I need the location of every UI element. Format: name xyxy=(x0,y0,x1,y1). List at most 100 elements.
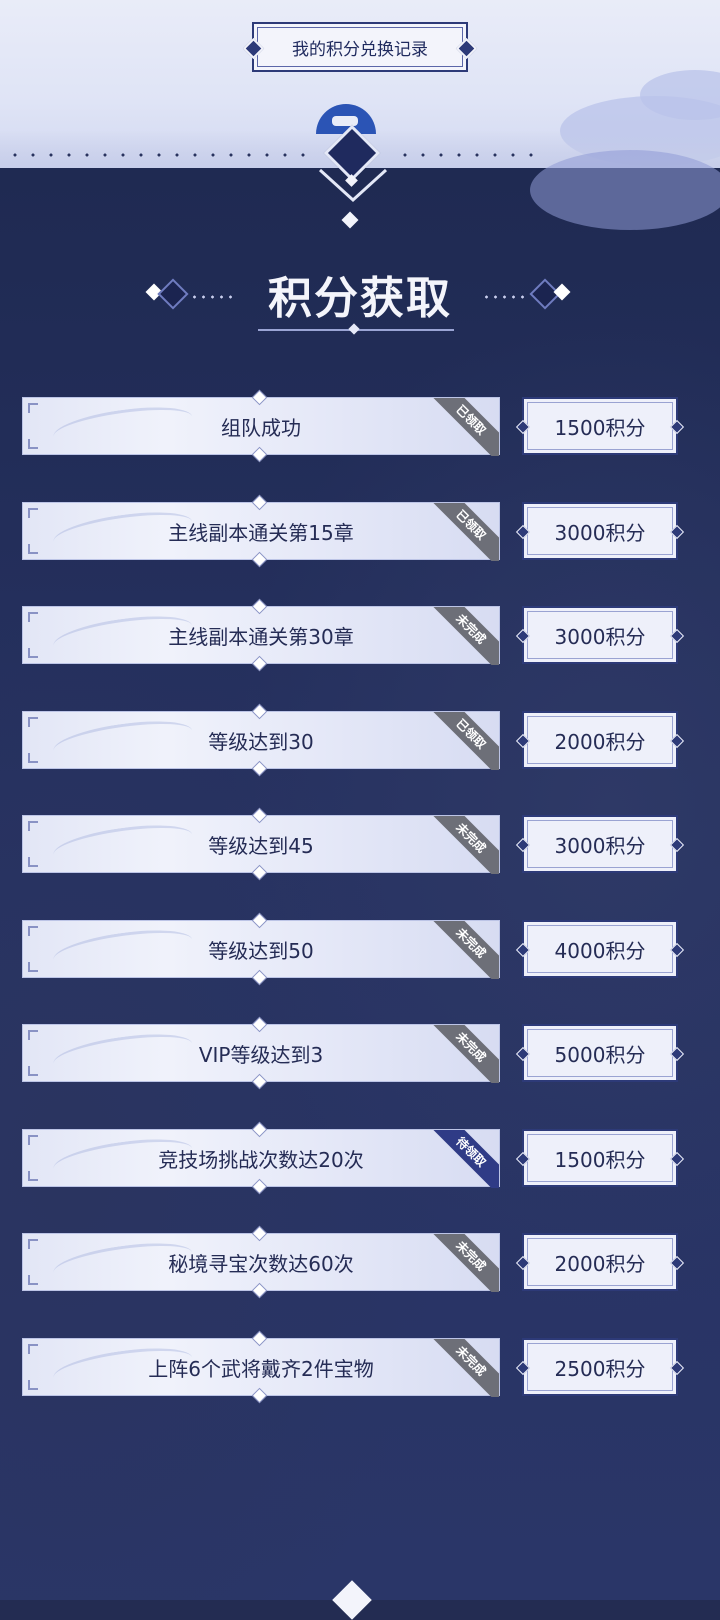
corner-decoration xyxy=(28,403,38,413)
status-badge: 未完成 xyxy=(427,1025,499,1083)
points-reward: 1500积分 xyxy=(515,397,685,455)
diamond-icon xyxy=(515,733,531,749)
wave-decoration xyxy=(51,818,195,871)
corner-decoration xyxy=(28,717,38,727)
status-badge: 未完成 xyxy=(427,1339,499,1397)
status-badge: 未完成 xyxy=(427,1234,499,1292)
task-card: 等级达到50 未完成 xyxy=(22,912,500,986)
corner-decoration xyxy=(28,753,38,763)
task-row: 竞技场挑战次数达20次 待领取 1500积分 xyxy=(22,1121,685,1195)
status-badge: 已领取 xyxy=(427,503,499,561)
diamond-icon xyxy=(669,1151,685,1167)
task-card: 秘境寻宝次数达60次 未完成 xyxy=(22,1225,500,1299)
points-value: 2500积分 xyxy=(554,1356,646,1381)
points-reward: 3000积分 xyxy=(515,815,685,873)
wave-decoration xyxy=(51,1132,195,1185)
diamond-icon xyxy=(669,942,685,958)
corner-decoration xyxy=(28,1171,38,1181)
wave-decoration xyxy=(51,505,195,558)
points-value: 1500积分 xyxy=(554,415,646,440)
task-card: 等级达到45 未完成 xyxy=(22,807,500,881)
exchange-record-label: 我的积分兑换记录 xyxy=(292,39,428,60)
task-name: 主线副本通关第30章 xyxy=(168,624,354,649)
task-card: 竞技场挑战次数达20次 待领取 xyxy=(22,1121,500,1195)
wave-decoration xyxy=(51,1027,195,1080)
diamond-icon xyxy=(515,837,531,853)
corner-decoration xyxy=(28,821,38,831)
status-ribbon: 未完成 xyxy=(425,1025,499,1083)
task-name: 等级达到30 xyxy=(208,729,314,754)
points-value: 2000积分 xyxy=(554,1251,646,1276)
points-reward: 3000积分 xyxy=(515,606,685,664)
corner-decoration xyxy=(28,962,38,972)
corner-decoration xyxy=(28,544,38,554)
diamond-icon xyxy=(515,524,531,540)
points-value: 3000积分 xyxy=(554,520,646,545)
diamond-icon xyxy=(669,524,685,540)
status-badge: 已领取 xyxy=(427,398,499,456)
wave-decoration xyxy=(51,1236,195,1289)
diamond-icon xyxy=(515,1255,531,1271)
status-badge: 已领取 xyxy=(427,712,499,770)
points-reward: 3000积分 xyxy=(515,502,685,560)
status-ribbon: 未完成 xyxy=(425,1234,499,1292)
status-ribbon: 未完成 xyxy=(425,1339,499,1397)
exchange-record-button[interactable]: 我的积分兑换记录 xyxy=(242,22,478,72)
corner-decoration xyxy=(28,1066,38,1076)
status-badge: 未完成 xyxy=(427,921,499,979)
points-value: 4000积分 xyxy=(554,938,646,963)
status-ribbon: 未完成 xyxy=(425,816,499,874)
corner-decoration xyxy=(28,612,38,622)
task-card: VIP等级达到3 未完成 xyxy=(22,1016,500,1090)
points-value: 3000积分 xyxy=(554,624,646,649)
chevron-down-icon xyxy=(318,168,388,203)
wave-decoration xyxy=(51,714,195,767)
diamond-icon xyxy=(515,419,531,435)
wave-decoration xyxy=(51,923,195,976)
points-reward: 2500积分 xyxy=(515,1338,685,1396)
status-badge: 待领取 xyxy=(427,1130,499,1188)
diamond-icon xyxy=(669,419,685,435)
task-row: 主线副本通关第15章 已领取 3000积分 xyxy=(22,494,685,568)
task-card: 等级达到30 已领取 xyxy=(22,703,500,777)
points-value: 3000积分 xyxy=(554,833,646,858)
status-ribbon: 未完成 xyxy=(425,921,499,979)
status-ribbon: 已领取 xyxy=(425,712,499,770)
corner-decoration xyxy=(28,1030,38,1040)
corner-decoration xyxy=(28,1344,38,1354)
status-ribbon[interactable]: 待领取 xyxy=(425,1130,499,1188)
points-reward: 4000积分 xyxy=(515,920,685,978)
diamond-icon xyxy=(669,1046,685,1062)
task-row: 组队成功 已领取 1500积分 xyxy=(22,389,685,463)
task-card: 主线副本通关第30章 未完成 xyxy=(22,598,500,672)
task-card: 上阵6个武将戴齐2件宝物 未完成 xyxy=(22,1330,500,1404)
diamond-icon xyxy=(669,837,685,853)
wave-decoration xyxy=(51,1341,195,1394)
status-badge: 未完成 xyxy=(427,607,499,665)
task-name: 等级达到50 xyxy=(208,938,314,963)
corner-decoration xyxy=(28,857,38,867)
status-ribbon: 已领取 xyxy=(425,398,499,456)
corner-decoration xyxy=(28,1275,38,1285)
task-name: 等级达到45 xyxy=(208,833,314,858)
points-reward: 1500积分 xyxy=(515,1129,685,1187)
dotted-divider xyxy=(6,153,310,157)
corner-decoration xyxy=(28,648,38,658)
diamond-icon xyxy=(515,942,531,958)
task-row: 等级达到50 未完成 4000积分 xyxy=(22,912,685,986)
section-title: 积分获取 xyxy=(268,273,452,324)
corner-decoration xyxy=(28,1380,38,1390)
diamond-icon xyxy=(669,733,685,749)
task-name: 组队成功 xyxy=(221,415,301,440)
points-value: 2000积分 xyxy=(554,729,646,754)
status-badge: 未完成 xyxy=(427,816,499,874)
corner-decoration xyxy=(28,439,38,449)
corner-decoration xyxy=(28,926,38,936)
task-row: 主线副本通关第30章 未完成 3000积分 xyxy=(22,598,685,672)
points-reward: 2000积分 xyxy=(515,1233,685,1291)
corner-decoration xyxy=(28,508,38,518)
diamond-icon xyxy=(515,628,531,644)
task-name: 主线副本通关第15章 xyxy=(168,520,354,545)
task-name: 秘境寻宝次数达60次 xyxy=(168,1251,354,1276)
title-dots xyxy=(482,295,528,299)
